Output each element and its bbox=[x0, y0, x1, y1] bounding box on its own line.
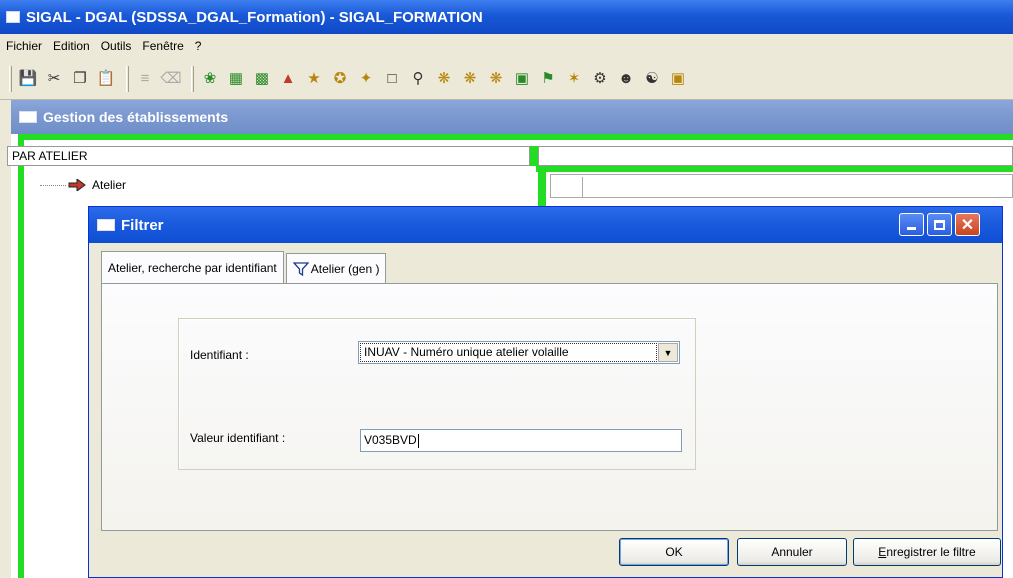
animal-list-icon[interactable]: ❋ bbox=[459, 68, 481, 90]
menu-help[interactable]: ? bbox=[195, 39, 202, 53]
toolbar: 💾 ✂ ❐ 📋 ≡ ⌫ ❀ ▦ ▩ ▲ ★ ✪ ✦ □ ⚲ ❋ ❋ ❋ ▣ ⚑ … bbox=[0, 58, 1013, 100]
main-title-bar: SIGAL - DGAL (SDSSA_DGAL_Formation) - SI… bbox=[0, 0, 1013, 34]
app-icon bbox=[6, 11, 20, 23]
close-icon: ✕ bbox=[960, 216, 975, 234]
accelerator-key: E bbox=[878, 545, 887, 559]
annuler-button[interactable]: Annuler bbox=[737, 538, 847, 566]
tab-label: Atelier, recherche par identifiant bbox=[108, 260, 277, 275]
building-add-icon[interactable]: ▩ bbox=[251, 68, 273, 90]
identifiant-select-value: INUAV - Numéro unique atelier volaille bbox=[360, 343, 657, 362]
archive-icon[interactable]: ▣ bbox=[667, 68, 689, 90]
identifiant-label: Identifiant : bbox=[190, 348, 249, 362]
annuler-button-label: Annuler bbox=[771, 545, 813, 559]
cut-icon[interactable]: ✂ bbox=[43, 68, 65, 90]
minimize-icon bbox=[907, 227, 916, 230]
lab-icon[interactable]: ⚲ bbox=[407, 68, 429, 90]
window-icon bbox=[19, 111, 37, 123]
valeur-identifiant-label: Valeur identifiant : bbox=[190, 431, 286, 445]
window-icon bbox=[97, 219, 115, 231]
menu-edition[interactable]: Edition bbox=[53, 39, 90, 53]
inspection-icon[interactable]: ✶ bbox=[563, 68, 585, 90]
farm-alt-icon[interactable]: ✦ bbox=[355, 68, 377, 90]
selection-frame-divider bbox=[530, 146, 538, 166]
animal-icon[interactable]: ❋ bbox=[433, 68, 455, 90]
minimize-button[interactable] bbox=[899, 213, 924, 236]
menu-fenetre[interactable]: Fenêtre bbox=[142, 39, 183, 53]
chevron-down-icon[interactable]: ▼ bbox=[658, 343, 678, 362]
save-icon[interactable]: 💾 bbox=[17, 68, 39, 90]
user-icon[interactable]: ☻ bbox=[615, 68, 637, 90]
flag-icon[interactable]: ⚑ bbox=[537, 68, 559, 90]
tab-label: Atelier (gen ) bbox=[310, 261, 380, 276]
filter-icon bbox=[292, 261, 309, 276]
valeur-identifiant-value: V035BVD bbox=[364, 433, 417, 447]
insert-icon[interactable]: ≡ bbox=[134, 68, 156, 90]
close-button[interactable]: ✕ bbox=[955, 213, 980, 236]
dialog-title-bar: Filtrer bbox=[89, 207, 1002, 243]
tree-item-atelier[interactable]: Atelier bbox=[40, 175, 126, 195]
identifiant-select[interactable]: INUAV - Numéro unique atelier volaille ▼ bbox=[358, 341, 680, 364]
enregistrer-filtre-label: nregistrer le filtre bbox=[886, 545, 976, 559]
network-icon[interactable]: ☯ bbox=[641, 68, 663, 90]
arrow-right-icon bbox=[68, 179, 86, 191]
animal-check-icon[interactable]: ❋ bbox=[485, 68, 507, 90]
enregistrer-filtre-button[interactable]: Enregistrer le filtre bbox=[853, 538, 1001, 566]
tree-connector bbox=[40, 184, 66, 186]
selection-frame-divider bbox=[538, 166, 546, 206]
maximize-button[interactable] bbox=[927, 213, 952, 236]
grid-header-par-atelier[interactable]: PAR ATELIER bbox=[7, 146, 530, 166]
paste-icon[interactable]: 📋 bbox=[95, 68, 117, 90]
ok-button-label: OK bbox=[665, 545, 683, 559]
tab-recherche-par-identifiant[interactable]: Atelier, recherche par identifiant bbox=[101, 251, 284, 283]
report-icon[interactable]: ▣ bbox=[511, 68, 533, 90]
building-icon[interactable]: ▦ bbox=[225, 68, 247, 90]
ok-button[interactable]: OK bbox=[619, 538, 729, 566]
establishment-icon[interactable]: ❀ bbox=[199, 68, 221, 90]
eraser-icon[interactable]: ⌫ bbox=[160, 68, 182, 90]
copy-icon[interactable]: ❐ bbox=[69, 68, 91, 90]
text-caret bbox=[417, 433, 419, 448]
farm-search-icon[interactable]: ✪ bbox=[329, 68, 351, 90]
dialog-title: Filtrer bbox=[121, 216, 164, 234]
child-window-title: Gestion des établissements bbox=[43, 109, 229, 125]
child-window-title-bar: Gestion des établissements bbox=[11, 100, 1013, 134]
document-icon[interactable]: □ bbox=[381, 68, 403, 90]
settings-icon[interactable]: ⚙ bbox=[589, 68, 611, 90]
tab-atelier-gen[interactable]: Atelier (gen ) bbox=[285, 253, 387, 283]
menu-fichier[interactable]: Fichier bbox=[6, 39, 42, 53]
building-alert-icon[interactable]: ▲ bbox=[277, 68, 299, 90]
dialog-tabs: Atelier, recherche par identifiant Ateli… bbox=[101, 251, 388, 283]
maximize-icon bbox=[934, 219, 945, 230]
grid-header: PAR ATELIER bbox=[7, 146, 1013, 166]
menu-outils[interactable]: Outils bbox=[101, 39, 132, 53]
toolbar-separator bbox=[126, 65, 129, 92]
grid-header-detail bbox=[538, 146, 1013, 166]
main-window-title: SIGAL - DGAL (SDSSA_DGAL_Formation) - SI… bbox=[26, 8, 483, 26]
selection-frame-line bbox=[536, 166, 1013, 172]
toolbar-separator bbox=[191, 65, 194, 92]
farm-icon[interactable]: ★ bbox=[303, 68, 325, 90]
menu-bar: Fichier Edition Outils Fenêtre ? bbox=[0, 34, 1013, 58]
toolbar-grip bbox=[9, 65, 12, 92]
valeur-identifiant-input[interactable]: V035BVD bbox=[360, 429, 682, 452]
tree-item-label: Atelier bbox=[92, 178, 127, 192]
detail-cell bbox=[550, 174, 1013, 198]
